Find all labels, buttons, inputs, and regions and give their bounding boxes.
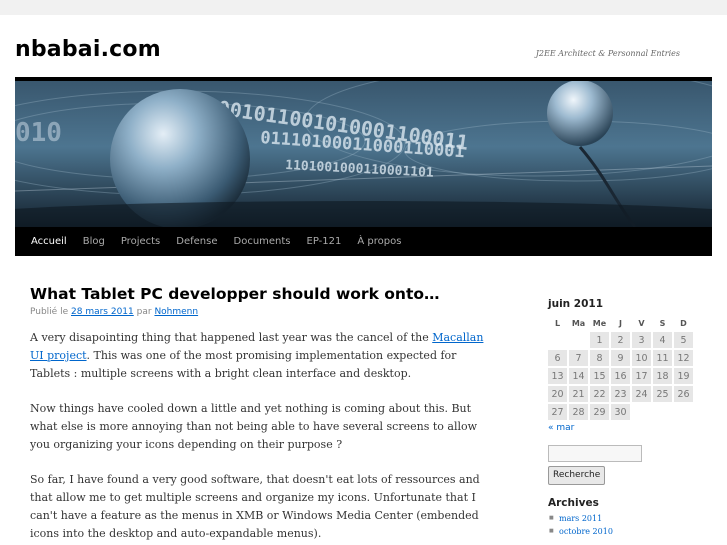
calendar-day-cell: 17	[632, 368, 651, 384]
calendar-table: L Ma Me J V S D 1 2 3 4 5 6 7 8 9 10 11 12 13 14 15 16 1…	[546, 314, 695, 422]
calendar-day-cell: 18	[653, 368, 672, 384]
search-button[interactable]: Recherche	[548, 465, 606, 485]
calendar-day-cell: 6	[548, 350, 567, 366]
post-author-link[interactable]: Nohmenn	[154, 307, 198, 317]
post-content-area: What Tablet PC developper should work on…	[30, 283, 500, 545]
header-banner: 1001011001010001100011 01110100011000110…	[15, 77, 712, 227]
post-body: A very disapointing thing that happened …	[30, 329, 500, 543]
calendar-day-cell: 11	[653, 350, 672, 366]
calendar-day-cell: 4	[653, 332, 672, 348]
calendar-week-row: 27 28 29 30	[548, 404, 693, 420]
post-date-link[interactable]: 28 mars 2011	[71, 307, 134, 317]
calendar-day-cell: 13	[548, 368, 567, 384]
calendar-day-cell: 22	[590, 386, 609, 402]
calendar-body: 1 2 3 4 5 6 7 8 9 10 11 12 13 14 15 16 17 18 19 20 21 22 23 24 2…	[548, 332, 693, 420]
calendar-day-cell: 10	[632, 350, 651, 366]
calendar-day-cell: 27	[548, 404, 567, 420]
calendar-empty-cell	[632, 404, 651, 420]
calendar-day-cell: 30	[611, 404, 630, 420]
calendar-week-row: 6 7 8 9 10 11 12	[548, 350, 693, 366]
calendar-day-header: V	[638, 318, 645, 328]
nav-item-documents[interactable]: Documents	[226, 236, 299, 247]
calendar-day-cell: 25	[653, 386, 672, 402]
calendar-day-cell: 23	[611, 386, 630, 402]
calendar-day-cell: 3	[632, 332, 651, 348]
archive-item[interactable]: mars 2011	[548, 512, 708, 525]
calendar-day-cell: 29	[590, 404, 609, 420]
calendar-day-cell: 7	[569, 350, 588, 366]
nav-item-projects[interactable]: Projects	[113, 236, 168, 247]
search-widget: Recherche	[548, 445, 708, 485]
archives-list: mars 2011 octobre 2010	[548, 512, 708, 538]
calendar-day-cell: 19	[674, 368, 693, 384]
calendar-day-cell: 1	[590, 332, 609, 348]
post-p1-after: . This was one of the most promising imp…	[30, 349, 457, 380]
calendar-day-header: S	[659, 318, 666, 328]
calendar-day-cell: 24	[632, 386, 651, 402]
calendar-day-cell: 21	[569, 386, 588, 402]
archives-title: Archives	[548, 496, 599, 509]
main-navigation: Accueil Blog Projects Defense Documents …	[15, 227, 712, 256]
calendar-day-cell: 15	[590, 368, 609, 384]
site-description: J2EE Architect & Personnal Entries	[535, 49, 680, 58]
calendar-empty-cell	[548, 332, 567, 348]
calendar-day-header: Me	[592, 318, 607, 328]
calendar-day-cell: 20	[548, 386, 567, 402]
nav-item-blog[interactable]: Blog	[75, 236, 113, 247]
calendar-day-cell: 26	[674, 386, 693, 402]
post-paragraph-1: A very disapointing thing that happened …	[30, 329, 500, 383]
nav-item-defense[interactable]: Defense	[168, 236, 225, 247]
post-paragraph-2: Now things have cooled down a little and…	[30, 402, 478, 451]
calendar-empty-cell	[569, 332, 588, 348]
calendar-day-header: Ma	[571, 318, 586, 328]
post-meta: Publié le 28 mars 2011 par Nohmenn	[30, 306, 500, 319]
calendar-day-header: D	[680, 318, 687, 328]
nav-item-ep-121[interactable]: EP-121	[299, 236, 350, 247]
calendar-day-cell: 8	[590, 350, 609, 366]
calendar-day-cell: 14	[569, 368, 588, 384]
calendar-empty-cell	[674, 404, 693, 420]
calendar-day-cell: 5	[674, 332, 693, 348]
nav-item-a-propos[interactable]: À propos	[349, 236, 409, 247]
search-input[interactable]	[548, 445, 642, 462]
calendar-week-row: 12345	[548, 332, 693, 348]
sidebar: juin 2011 L Ma Me J V S D 1 2 3 4 5 6 7 8 9 10 11 1…	[548, 298, 708, 538]
calendar-day-header: J	[619, 318, 622, 328]
nav-item-accueil[interactable]: Accueil	[23, 236, 75, 247]
banner-image: 1001011001010001100011 01110100011000110…	[15, 81, 712, 227]
post-p1-before: A very disapointing thing that happened …	[30, 331, 433, 344]
calendar-day-header: L	[554, 318, 561, 328]
calendar-day-cell: 16	[611, 368, 630, 384]
post-meta-prefix: Publié le	[30, 307, 69, 317]
post-meta-by: par	[136, 307, 152, 317]
calendar-day-cell: 12	[674, 350, 693, 366]
calendar-week-row: 20 21 22 23 24 25 26	[548, 386, 693, 402]
calendar-day-cell: 28	[569, 404, 588, 420]
page-wrapper: nbabai.com J2EE Architect & Personnal En…	[0, 15, 727, 545]
calendar-day-cell: 9	[611, 350, 630, 366]
calendar-day-cell: 2	[611, 332, 630, 348]
calendar-empty-cell	[653, 404, 672, 420]
site-title[interactable]: nbabai.com	[15, 37, 161, 62]
post-title[interactable]: What Tablet PC developper should work on…	[30, 283, 500, 305]
planet-orb-small	[547, 81, 613, 146]
calendar-prev-month-link[interactable]: « mar	[548, 423, 708, 433]
calendar-caption: juin 2011	[548, 298, 604, 310]
archive-item[interactable]: octobre 2010	[548, 525, 708, 538]
calendar-week-row: 13 14 15 16 17 18 19	[548, 368, 693, 384]
post-paragraph-3: So far, I have found a very good softwar…	[30, 473, 480, 540]
binary-text-left: 010	[15, 118, 62, 148]
